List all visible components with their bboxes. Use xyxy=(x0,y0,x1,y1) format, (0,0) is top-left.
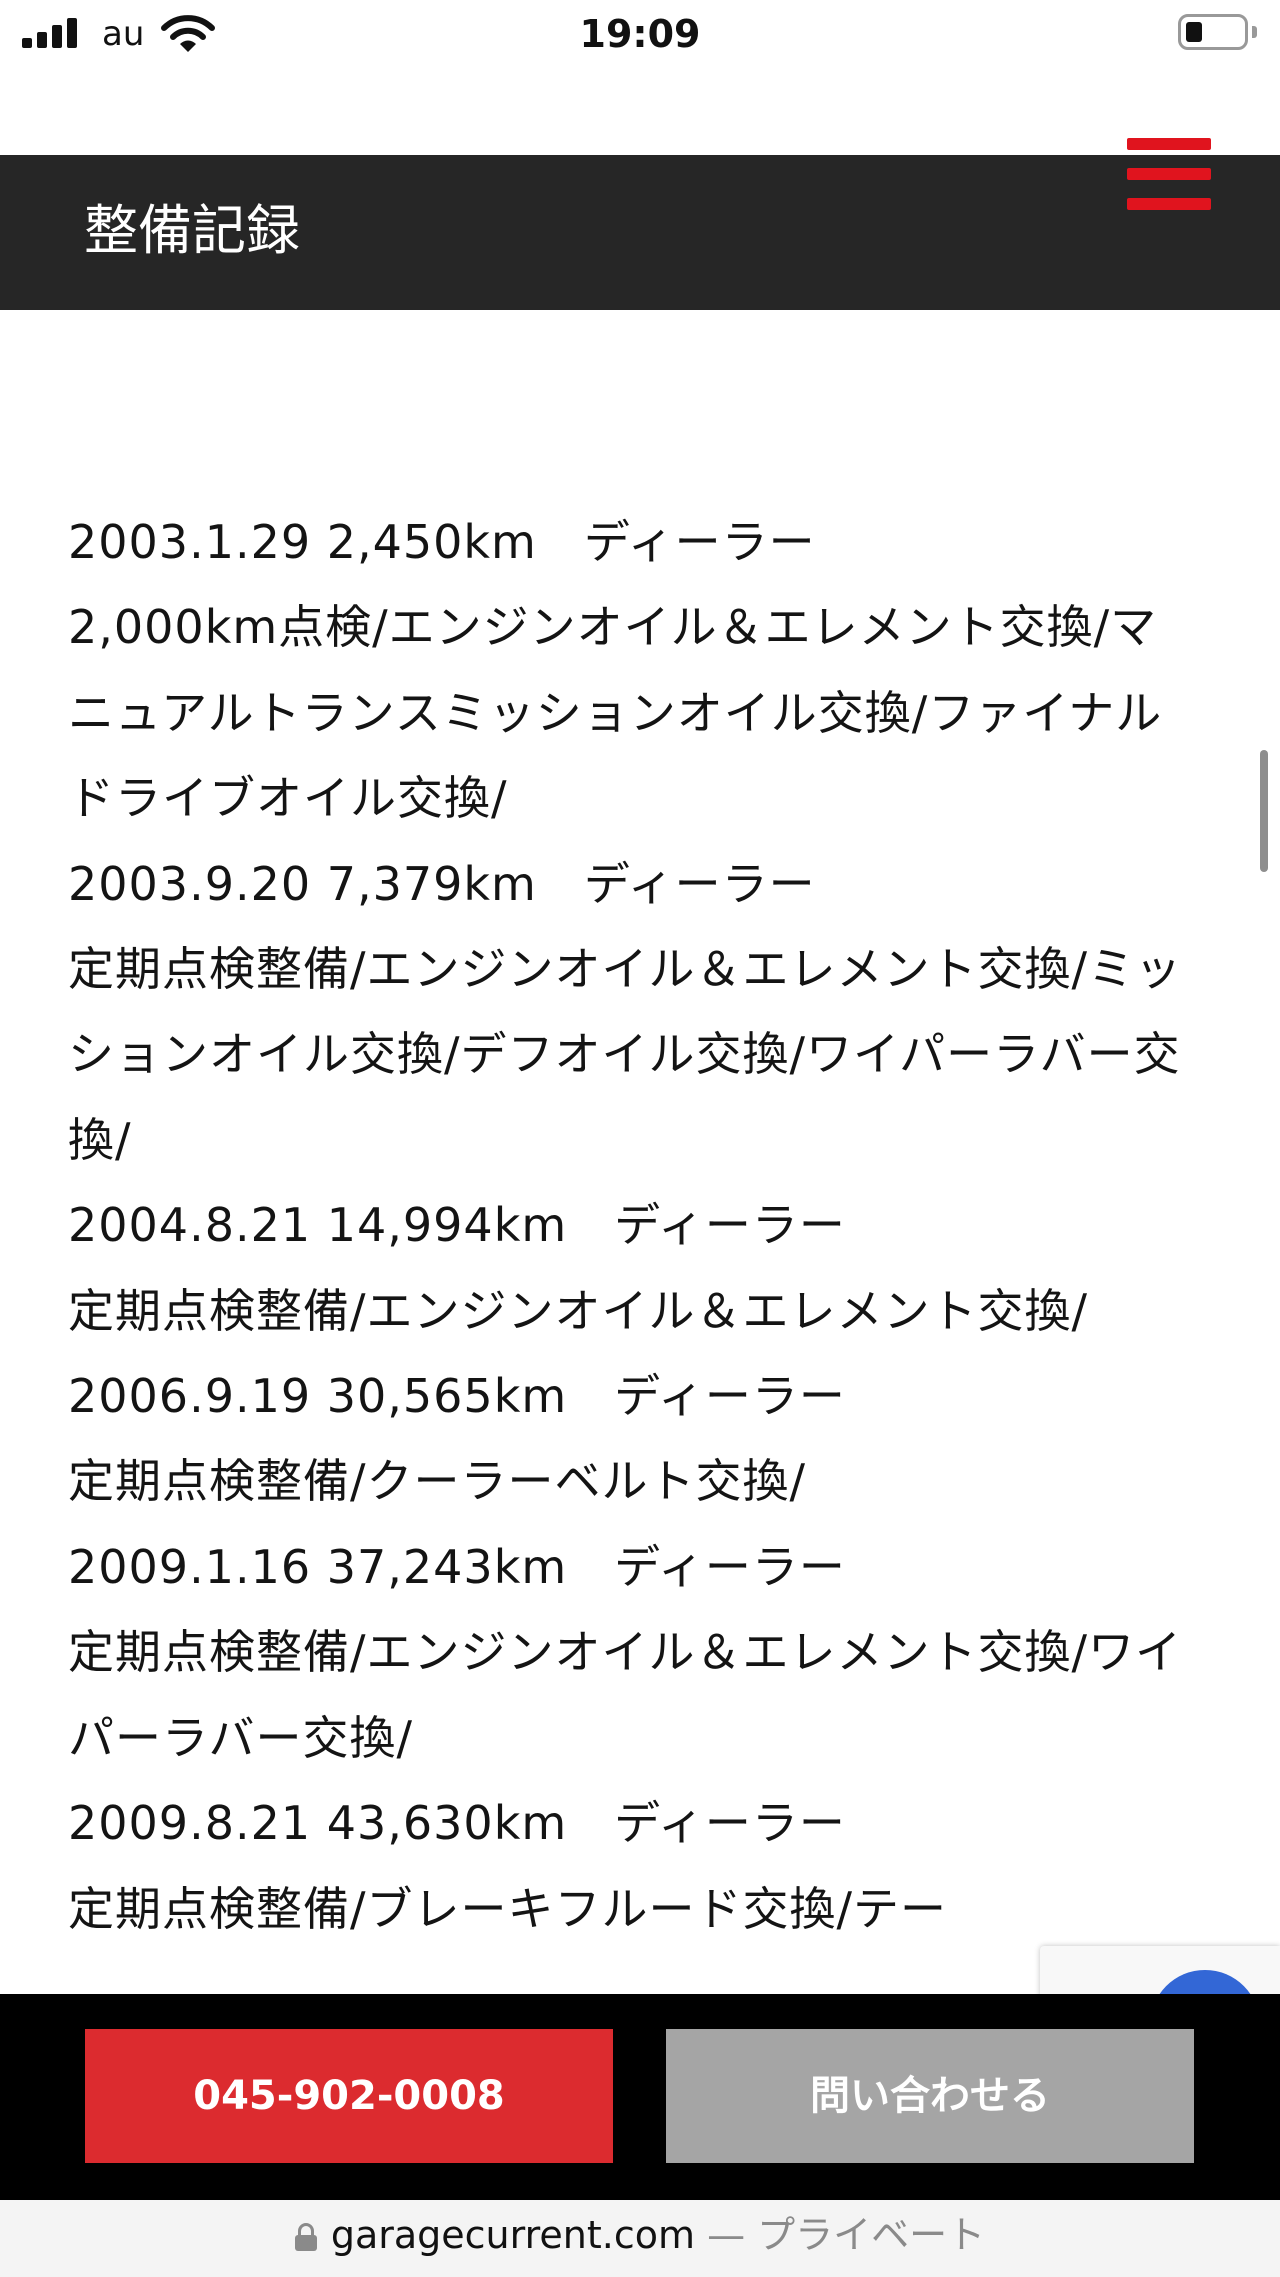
record-date-line: 2003.1.29 2,450km ディーラー xyxy=(68,515,816,569)
battery-icon xyxy=(1178,14,1257,50)
record-detail-line: 定期点検整備/エンジンオイル＆エレメント交換/ワイパーラバー交換/ xyxy=(68,1625,1182,1765)
page-title: 整備記録 xyxy=(84,199,300,262)
record-detail-line: 2,000km点検/エンジンオイル＆エレメント交換/マニュアルトランスミッション… xyxy=(68,600,1163,826)
record-date-line: 2004.8.21 14,994km ディーラー xyxy=(68,1198,846,1253)
hamburger-icon[interactable] xyxy=(1127,136,1211,214)
record-detail-line: 定期点検整備/クーラーベルト交換/ xyxy=(68,1454,806,1509)
contact-button[interactable]: 問い合わせる xyxy=(666,2029,1194,2163)
status-bar: au 19:09 xyxy=(0,0,1280,70)
record-date-line: 2009.1.16 37,243km ディーラー xyxy=(68,1539,846,1594)
record-detail-line: 定期点検整備/ブレーキフルード交換/テー xyxy=(68,1881,947,1936)
record-date-line: 2009.8.21 43,630km ディーラー xyxy=(68,1796,846,1851)
url-privacy-label: — プライベート xyxy=(694,2213,986,2257)
record-detail-line: 定期点検整備/エンジンオイル＆エレメント交換/ xyxy=(68,1283,1088,1338)
call-button[interactable]: 045-902-0008 xyxy=(85,2029,613,2163)
browser-url-bar[interactable]: garagecurrent.com — プライベート xyxy=(0,2200,1280,2277)
record-detail-line: 定期点検整備/エンジンオイル＆エレメント交換/ミッションオイル交換/デフオイル交… xyxy=(68,942,1182,1167)
site-header: 整備記録 xyxy=(0,155,1280,310)
status-time: 19:09 xyxy=(579,12,701,56)
maintenance-records: 2003.1.29 2,450km ディーラー 2,000km点検/エンジンオイ… xyxy=(68,500,1198,1995)
record-date-line: 2006.9.19 30,565km ディーラー xyxy=(68,1369,846,1424)
url-domain: garagecurrent.com xyxy=(330,2213,695,2257)
cta-bar: 045-902-0008 問い合わせる xyxy=(0,1994,1280,2200)
record-date-line: 2003.9.20 7,379km ディーラー xyxy=(68,856,816,911)
lock-icon xyxy=(294,2223,317,2251)
scrollbar[interactable] xyxy=(1260,750,1268,872)
